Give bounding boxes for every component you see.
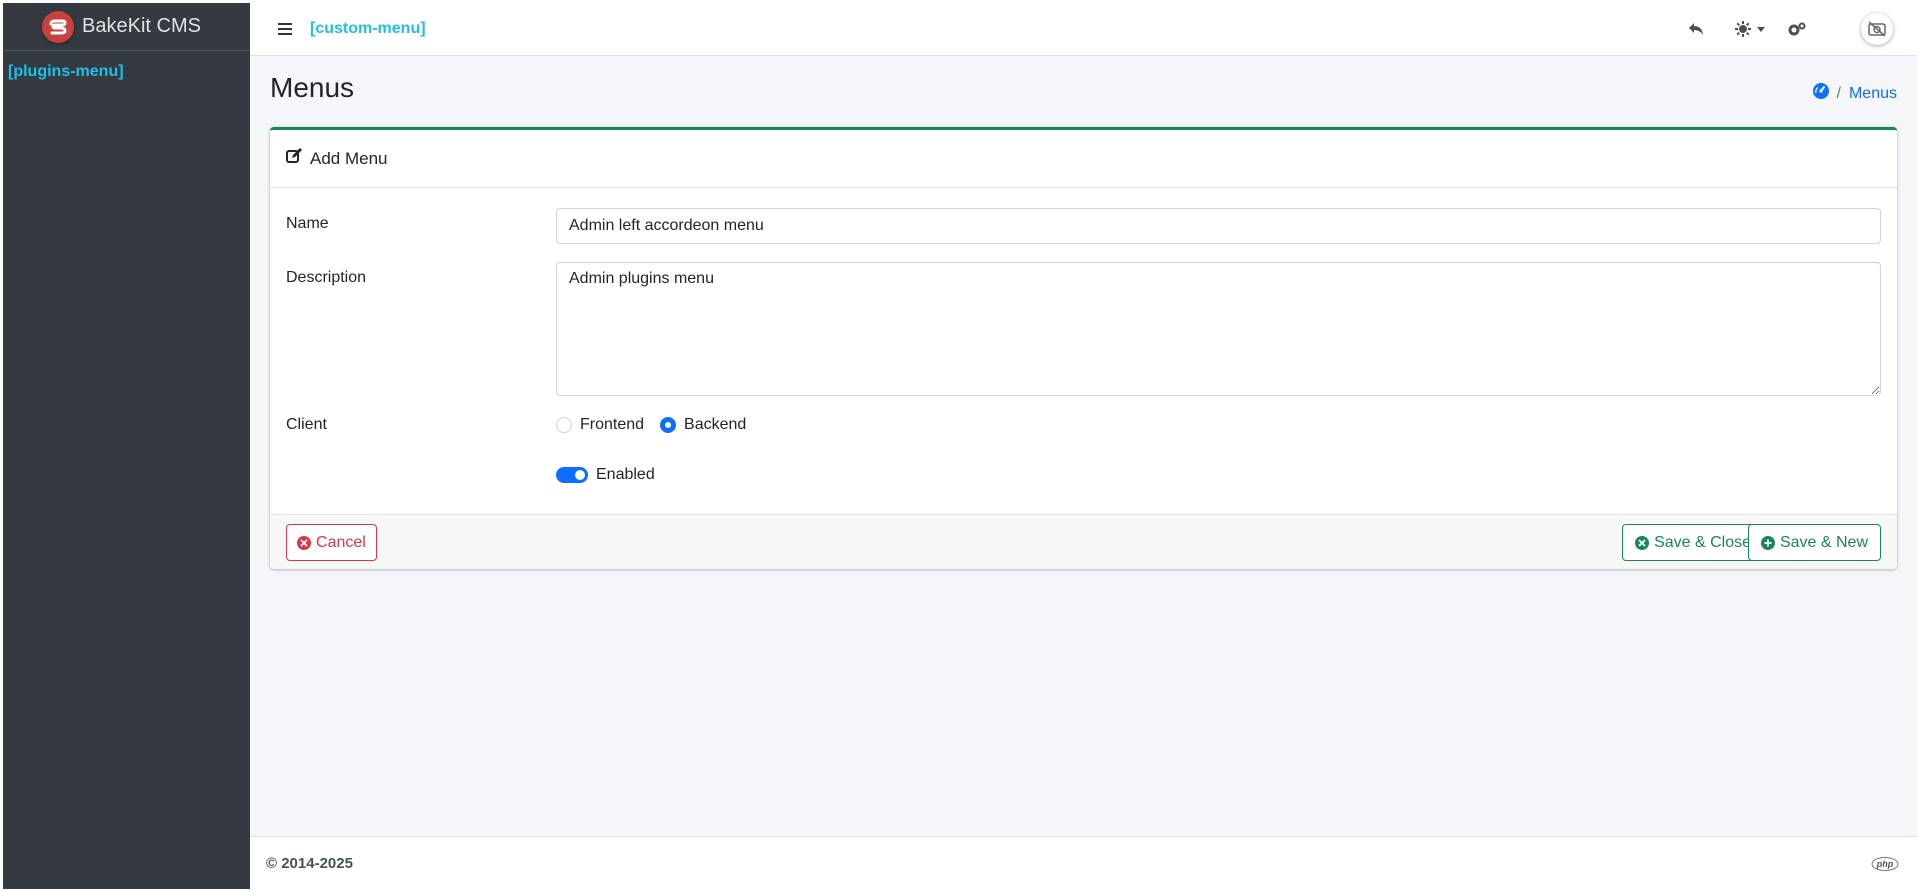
cancel-button[interactable]: Cancel [286, 524, 377, 561]
description-row: Description Admin plugins menu [286, 262, 1881, 396]
save-close-label: Save & Close [1654, 533, 1751, 551]
client-radio-backend[interactable]: Backend [660, 416, 746, 434]
main-content: Menus / Menus Add Menu Name Description … [250, 56, 1917, 836]
sidebar: BakeKit CMS [plugins-menu] [3, 3, 250, 889]
copyright-text: © 2014-2025 [266, 854, 353, 872]
description-textarea[interactable]: Admin plugins menu [556, 262, 1881, 396]
breadcrumb-current[interactable]: Menus [1849, 85, 1897, 103]
theme-toggle-dropdown[interactable] [1735, 21, 1765, 37]
edit-icon [286, 148, 302, 169]
name-label: Name [286, 215, 329, 232]
radio-checked-icon [660, 417, 677, 433]
client-radio-group: Frontend Backend [556, 409, 746, 434]
radio-unchecked-icon [556, 417, 572, 433]
brand-link[interactable]: BakeKit CMS [3, 3, 250, 51]
client-radio-frontend[interactable]: Frontend [556, 416, 644, 434]
card-title: Add Menu [310, 148, 388, 168]
card-header: Add Menu [270, 130, 1897, 188]
breadcrumb-separator: / [1836, 84, 1841, 102]
php-logo-icon: php [1871, 857, 1899, 876]
hamburger-menu-icon[interactable] [276, 21, 294, 37]
breadcrumb: / Menus [1812, 83, 1897, 104]
user-avatar[interactable] [1861, 13, 1893, 45]
radio-label-frontend: Frontend [580, 416, 645, 433]
save-new-button[interactable]: Save & New [1747, 524, 1881, 561]
card-footer: Cancel Save & Close Save & New [270, 514, 1897, 569]
page-footer: © 2014-2025 php [250, 836, 1917, 889]
brand-logo [42, 10, 75, 43]
brand-name: BakeKit CMS [82, 15, 201, 37]
name-row: Name [286, 208, 1881, 244]
enabled-switch-wrap: Enabled [556, 466, 655, 484]
enabled-row: Enabled [286, 466, 1881, 484]
caret-down-icon [1757, 26, 1765, 32]
description-label: Description [286, 269, 367, 286]
enabled-toggle[interactable] [556, 467, 588, 483]
enabled-label: Enabled [596, 466, 655, 483]
top-navbar: [custom-menu] [250, 3, 1917, 56]
plus-circle-icon [1760, 535, 1775, 550]
name-input[interactable] [556, 208, 1881, 244]
svg-text:php: php [1876, 859, 1894, 869]
x-circle-icon [297, 535, 311, 550]
cancel-label: Cancel [316, 533, 366, 551]
x-circle-icon [1635, 535, 1650, 550]
dashboard-icon[interactable] [1812, 83, 1829, 104]
client-label: Client [286, 416, 327, 433]
page-title: Menus [270, 72, 355, 103]
sun-icon [1735, 21, 1751, 37]
topbar-custom-menu[interactable]: [custom-menu] [310, 20, 426, 38]
client-row: Client Frontend Backend [286, 409, 1881, 434]
save-new-label: Save & New [1779, 533, 1868, 551]
gears-icon[interactable] [1787, 21, 1807, 37]
radio-label-backend: Backend [684, 416, 747, 433]
sidebar-plugins-menu[interactable]: [plugins-menu] [8, 63, 124, 80]
add-menu-card: Add Menu Name Description Admin plugins … [270, 127, 1897, 569]
undo-icon[interactable] [1687, 21, 1705, 37]
save-close-button[interactable]: Save & Close [1622, 524, 1764, 561]
